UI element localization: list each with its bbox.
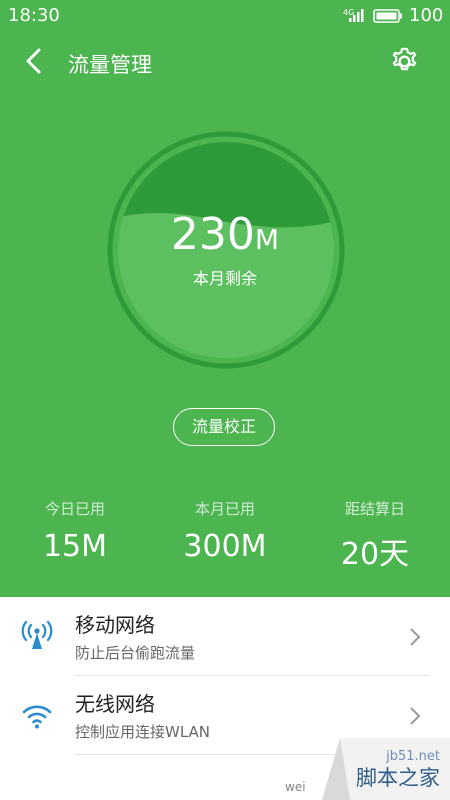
watermark-partial: wei (285, 780, 306, 794)
list-item-title: 无线网络 (75, 692, 155, 716)
list-item-subtitle: 防止后台偷跑流量 (75, 644, 196, 662)
remaining-label: 本月剩余 (192, 269, 257, 288)
status-bar: 18:30 4G 100 (0, 0, 450, 32)
wifi-icon (22, 705, 52, 729)
stat-value: 300M (183, 529, 267, 564)
remaining-value: 230M (0, 211, 450, 264)
mobile-antenna-icon (21, 620, 53, 649)
remaining-unit: M (254, 223, 280, 256)
stat-value: 20天 (340, 537, 410, 572)
stat-label: 今日已用 (44, 500, 105, 518)
gear-icon[interactable] (389, 46, 420, 77)
watermark-name: 脚本之家 (356, 766, 440, 790)
battery-icon (373, 9, 402, 23)
chevron-right-icon (410, 628, 421, 646)
stat-label: 距结算日 (344, 500, 405, 518)
stat-settlement: 距结算日 20天 (300, 498, 450, 573)
page-title: 流量管理 (68, 53, 152, 77)
list-item-title: 移动网络 (75, 613, 155, 637)
stat-label: 本月已用 (194, 500, 255, 518)
remaining-number: 230 (170, 209, 255, 260)
stat-month: 本月已用 300M (150, 498, 300, 564)
header-panel: 18:30 4G 100 流量管理 230M 本月剩余 流量校正 今日已用 15… (0, 0, 450, 597)
stat-value: 15M (42, 529, 108, 564)
list-item-mobile-network[interactable]: 移动网络 防止后台偷跑流量 (0, 597, 450, 675)
stat-today: 今日已用 15M (0, 498, 150, 564)
battery-percent: 100 (409, 5, 444, 26)
list-item-subtitle: 控制应用连接WLAN (75, 723, 211, 741)
chevron-right-icon (410, 707, 421, 725)
back-icon[interactable] (20, 46, 50, 76)
status-time: 18:30 (8, 5, 60, 26)
calibrate-button[interactable]: 流量校正 (173, 408, 275, 446)
signal-icon (349, 9, 364, 22)
